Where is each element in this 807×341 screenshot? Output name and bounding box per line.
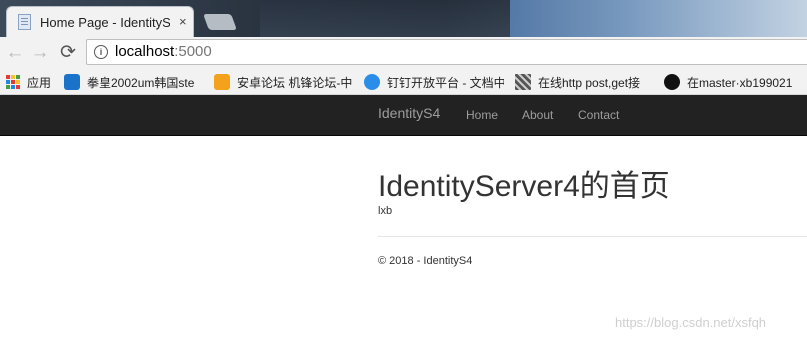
- tab-close-icon[interactable]: ×: [179, 14, 187, 29]
- site-info-icon[interactable]: i: [94, 45, 108, 59]
- page-footer: © 2018 - IdentityS4: [378, 255, 473, 267]
- cube-icon: [64, 74, 80, 90]
- nav-link-contact[interactable]: Contact: [578, 108, 619, 122]
- bookmark-label: 拳皇2002um韩国ste: [87, 76, 195, 90]
- github-icon: [664, 74, 680, 90]
- bookmark-label: 安卓论坛 机锋论坛-中: [237, 76, 353, 90]
- nav-link-home[interactable]: Home: [466, 108, 498, 122]
- dingtalk-icon: [364, 74, 380, 90]
- bookmark-item[interactable]: 钉钉开放平台 - 文档中: [364, 73, 504, 91]
- browser-toolbar: ← → ⟳ i localhost:5000: [0, 37, 807, 69]
- bookmark-item[interactable]: 在master·xb199021: [664, 73, 807, 91]
- navbar-brand[interactable]: IdentityS4: [378, 105, 440, 121]
- reload-button[interactable]: ⟳: [57, 42, 79, 64]
- bookmark-item[interactable]: 安卓论坛 机锋论坛-中: [214, 73, 354, 91]
- gfan-icon: [214, 74, 230, 90]
- back-button[interactable]: ←: [4, 42, 26, 64]
- new-tab-button[interactable]: [203, 14, 237, 30]
- tab-strip: Home Page - IdentityS ×: [0, 0, 807, 37]
- tab-title: Home Page - IdentityS: [40, 15, 170, 30]
- page-title: IdentityServer4的首页: [378, 170, 670, 203]
- desktop-background-right: [510, 0, 807, 37]
- page-favicon-icon: [18, 14, 31, 30]
- bookmark-label: 应用: [27, 76, 52, 90]
- url-port: :5000: [174, 43, 212, 60]
- qr-icon: [515, 74, 531, 90]
- forward-button[interactable]: →: [29, 42, 51, 64]
- nav-link-about[interactable]: About: [522, 108, 553, 122]
- site-navbar: IdentityS4 Home About Contact: [0, 95, 807, 136]
- page-subtext: lxb: [378, 205, 393, 217]
- bookmark-label: 在master·xb199021: [687, 76, 793, 90]
- tab-home-page[interactable]: Home Page - IdentityS ×: [6, 6, 194, 37]
- bookmark-apps[interactable]: 应用: [6, 73, 56, 91]
- apps-grid-icon: [6, 75, 20, 89]
- bookmark-item[interactable]: 拳皇2002um韩国ste: [64, 73, 204, 91]
- bookmark-item[interactable]: 在线http post,get接: [515, 73, 653, 91]
- address-bar[interactable]: i localhost:5000: [86, 39, 807, 65]
- bookmarks-bar: 应用 拳皇2002um韩国ste 安卓论坛 机锋论坛-中 钉钉开放平台 - 文档…: [0, 69, 807, 95]
- bookmark-label: 在线http post,get接: [538, 76, 641, 90]
- bookmark-label: 钉钉开放平台 - 文档中: [387, 76, 504, 90]
- watermark: https://blog.csdn.net/xsfqh: [615, 315, 767, 330]
- desktop-background: [260, 0, 520, 37]
- footer-divider: [378, 236, 807, 237]
- url-host: localhost: [115, 43, 175, 60]
- address-url[interactable]: localhost:5000: [115, 43, 212, 60]
